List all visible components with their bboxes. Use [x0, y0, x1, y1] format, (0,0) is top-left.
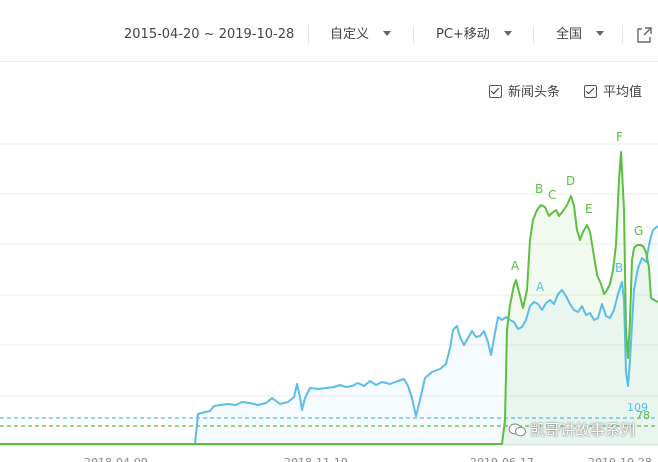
- filter-toolbar: 2015-04-20 ~ 2019-10-28 自定义 PC+移动 全国: [0, 0, 658, 62]
- period-label: 自定义: [330, 27, 370, 42]
- chat-bubble-icon: [508, 423, 526, 436]
- caret-down-icon: [596, 31, 605, 36]
- date-range-picker[interactable]: 2015-04-20 ~ 2019-10-28: [124, 22, 294, 48]
- toolbar-divider: [622, 26, 623, 44]
- x-axis-ticks: 2018-04-09 2018-11-19 2019-06-17 2019-10-28: [84, 456, 652, 462]
- toolbar-divider: [413, 26, 414, 44]
- legend-toggle-news[interactable]: 新闻头条: [489, 83, 560, 103]
- watermark-text: 凯哥讲故事系列: [530, 421, 636, 439]
- annotation-label-news: A: [511, 259, 520, 273]
- platform-label: PC+移动: [436, 27, 490, 42]
- end-value-news: 78: [636, 409, 650, 422]
- caret-down-icon: [383, 31, 392, 36]
- annotation-label-news: F: [616, 130, 623, 144]
- legend-toggle-average[interactable]: 平均值: [584, 83, 642, 103]
- watermark: 凯哥讲故事系列: [508, 418, 635, 442]
- checkbox-checked-icon[interactable]: [489, 85, 502, 98]
- export-icon[interactable]: [636, 26, 652, 44]
- trend-chart: ABCDEFGAB10978 2018-04-092018-11-192019-…: [0, 130, 658, 462]
- x-tick-label: 2018-04-09: [84, 456, 148, 462]
- x-tick-label: 2019-06-17: [470, 456, 534, 462]
- annotation-label-news: C: [548, 188, 556, 202]
- annotation-label-news: D: [566, 174, 575, 188]
- region-label: 全国: [556, 27, 583, 42]
- caret-down-icon: [503, 31, 512, 36]
- annotation-label-news: E: [585, 202, 593, 216]
- chart-series: [0, 151, 658, 445]
- legend-label-average: 平均值: [603, 85, 643, 100]
- region-dropdown[interactable]: 全国: [556, 22, 605, 48]
- annotation-label-average: B: [615, 261, 623, 275]
- annotation-label-news: B: [535, 182, 543, 196]
- annotation-label-average: A: [536, 280, 545, 294]
- index-trend-page: ABCDEFGAB10978 2018-04-092018-11-192019-…: [0, 0, 658, 462]
- toolbar-divider: [533, 26, 534, 44]
- x-tick-label: 2019-10-28: [588, 456, 652, 462]
- platform-dropdown[interactable]: PC+移动: [436, 22, 512, 48]
- toolbar-divider: [308, 26, 309, 44]
- annotation-label-news: G: [634, 224, 643, 238]
- x-tick-label: 2018-11-19: [284, 456, 348, 462]
- checkbox-checked-icon[interactable]: [584, 85, 597, 98]
- period-dropdown[interactable]: 自定义: [330, 22, 392, 48]
- date-range-text: 2015-04-20 ~ 2019-10-28: [124, 27, 295, 42]
- legend-label-news: 新闻头条: [508, 85, 561, 100]
